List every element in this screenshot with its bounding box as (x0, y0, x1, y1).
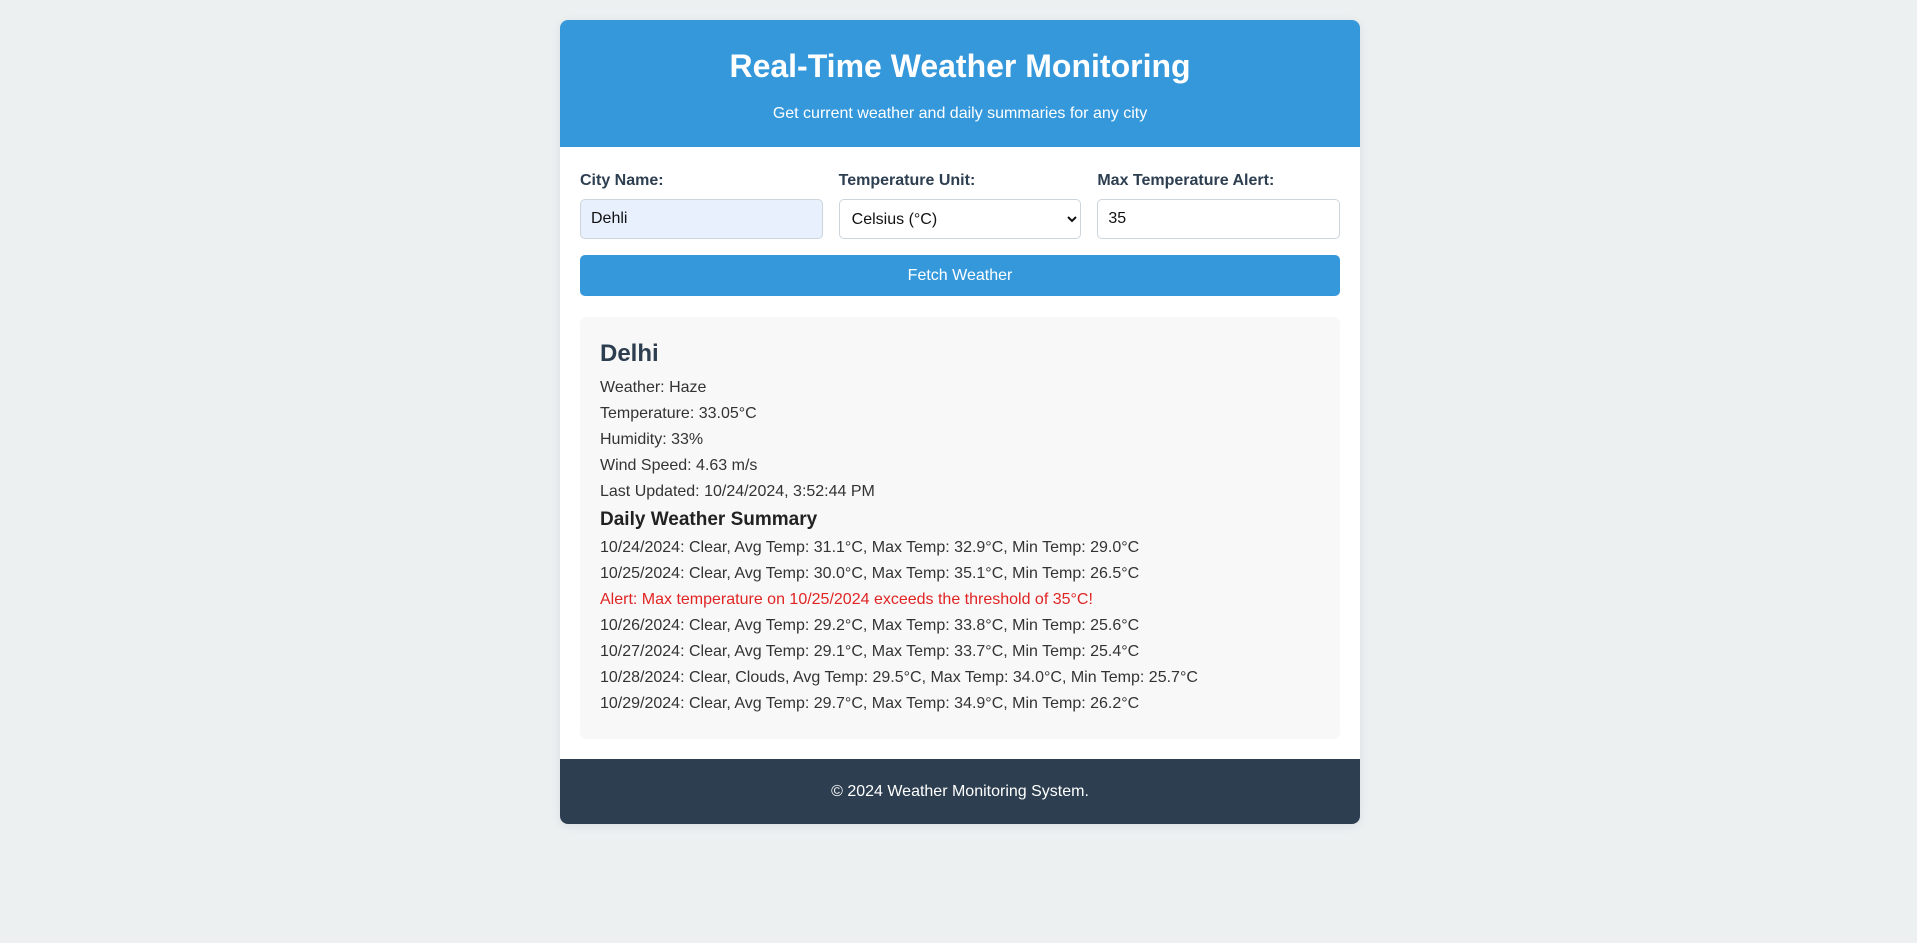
summary-item: 10/25/2024: Clear, Avg Temp: 30.0°C, Max… (600, 565, 1140, 582)
city-field: City Name: (580, 171, 823, 239)
summary-title: Daily Weather Summary (600, 509, 818, 530)
last-updated: Last Updated: 10/24/2024, 3:52:44 PM (600, 483, 875, 500)
unit-field: Temperature Unit: Celsius (°C) (838, 171, 1082, 239)
summary-item: 10/29/2024: Clear, Avg Temp: 29.7°C, Max… (600, 695, 1140, 712)
city-input[interactable] (580, 199, 823, 239)
footer: © 2024 Weather Monitoring System. (560, 759, 1360, 824)
unit-select[interactable]: Celsius (°C) (838, 199, 1082, 239)
fetch-weather-button[interactable]: Fetch Weather (580, 255, 1340, 296)
form-row: City Name: Temperature Unit: Celsius (°C… (580, 171, 1341, 239)
alert-label: Max Temperature Alert: (1097, 172, 1275, 189)
summary-item: 10/24/2024: Clear, Avg Temp: 31.1°C, Max… (600, 539, 1140, 556)
summary-item: 10/27/2024: Clear, Avg Temp: 29.1°C, Max… (600, 643, 1140, 660)
temperature-alert: Alert: Max temperature on 10/25/2024 exc… (600, 591, 1093, 608)
header: Real-Time Weather Monitoring Get current… (560, 20, 1360, 147)
temperature: Temperature: 33.05°C (600, 405, 757, 422)
unit-label: Temperature Unit: (838, 172, 976, 189)
weather-form: City Name: Temperature Unit: Celsius (°C… (560, 147, 1360, 296)
city-label: City Name: (580, 172, 664, 189)
result-city: Delhi (600, 340, 659, 367)
alert-field: Max Temperature Alert: (1097, 171, 1341, 239)
weather-condition: Weather: Haze (600, 379, 707, 396)
wind-speed: Wind Speed: 4.63 m/s (600, 457, 758, 474)
summary-item: 10/28/2024: Clear, Clouds, Avg Temp: 29.… (600, 669, 1198, 686)
weather-card: Real-Time Weather Monitoring Get current… (560, 20, 1360, 824)
max-temp-alert-input[interactable] (1097, 199, 1341, 239)
humidity: Humidity: 33% (600, 431, 704, 448)
page-subtitle: Get current weather and daily summaries … (772, 105, 1148, 122)
summary-item: 10/26/2024: Clear, Avg Temp: 29.2°C, Max… (600, 617, 1140, 634)
weather-result: Delhi Weather: Haze Temperature: 33.05°C… (580, 317, 1340, 739)
page-title: Real-Time Weather Monitoring (729, 48, 1191, 84)
